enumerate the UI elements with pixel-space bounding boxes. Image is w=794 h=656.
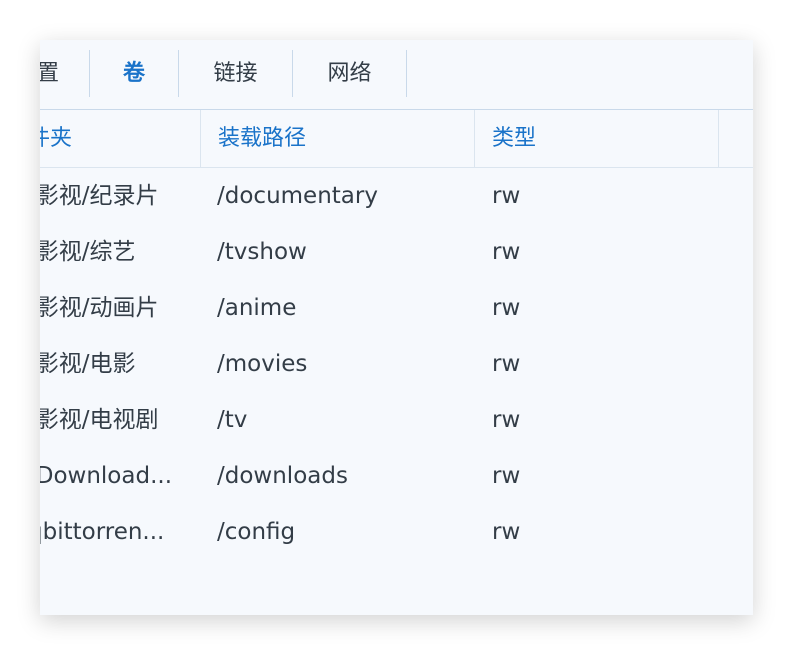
table-row[interactable]: /影视/纪录片 /documentary rw xyxy=(40,168,753,224)
tab-volume[interactable]: 卷 xyxy=(90,50,178,97)
mount-path-cell: /movies xyxy=(217,351,308,377)
volume-table-body: /影视/纪录片 /documentary rw /影视/综艺 /tvshow r… xyxy=(40,168,753,560)
table-row[interactable]: qbittorren... /config rw xyxy=(40,504,753,560)
volume-settings-panel: 置 卷 链接 网络 件夹 装载路径 类型 /影视/纪录片 /documentar… xyxy=(40,40,753,615)
column-header-folder[interactable]: 件夹 xyxy=(40,110,178,167)
table-row[interactable]: /影视/电影 /movies rw xyxy=(40,336,753,392)
type-cell: rw xyxy=(492,351,521,377)
folder-cell: /影视/电影 xyxy=(40,351,136,377)
mount-path-cell: /anime xyxy=(217,295,297,321)
table-header: 件夹 装载路径 类型 xyxy=(40,110,753,168)
column-header-type[interactable]: 类型 xyxy=(492,110,692,167)
mount-path-cell: /config xyxy=(217,519,296,545)
table-row[interactable]: /Download... /downloads rw xyxy=(40,448,753,504)
mount-path-cell: /tvshow xyxy=(217,239,307,265)
table-row[interactable]: /影视/综艺 /tvshow rw xyxy=(40,224,753,280)
column-header-mount-path[interactable]: 装载路径 xyxy=(218,110,468,167)
type-cell: rw xyxy=(492,239,521,265)
folder-cell: /影视/电视剧 xyxy=(40,407,159,433)
folder-cell: /影视/综艺 xyxy=(40,239,136,265)
type-cell: rw xyxy=(492,295,521,321)
column-divider[interactable] xyxy=(718,110,719,167)
table-row[interactable]: /影视/动画片 /anime rw xyxy=(40,280,753,336)
column-divider[interactable] xyxy=(200,110,201,167)
type-cell: rw xyxy=(492,183,521,209)
tab-settings[interactable]: 置 xyxy=(40,50,68,97)
folder-cell: /影视/动画片 xyxy=(40,295,159,321)
type-cell: rw xyxy=(492,463,521,489)
table-row[interactable]: /影视/电视剧 /tv rw xyxy=(40,392,753,448)
folder-cell: /Download... xyxy=(40,463,173,489)
mount-path-cell: /tv xyxy=(217,407,248,433)
tab-divider xyxy=(406,50,407,97)
tab-network[interactable]: 网络 xyxy=(293,50,406,97)
type-cell: rw xyxy=(492,407,521,433)
type-cell: rw xyxy=(492,519,521,545)
mount-path-cell: /documentary xyxy=(217,183,378,209)
tab-links[interactable]: 链接 xyxy=(179,50,292,97)
mount-path-cell: /downloads xyxy=(217,463,348,489)
folder-cell: qbittorren... xyxy=(40,519,165,545)
column-divider[interactable] xyxy=(474,110,475,167)
tab-bar: 置 卷 链接 网络 xyxy=(40,40,753,110)
folder-cell: /影视/纪录片 xyxy=(40,183,159,209)
